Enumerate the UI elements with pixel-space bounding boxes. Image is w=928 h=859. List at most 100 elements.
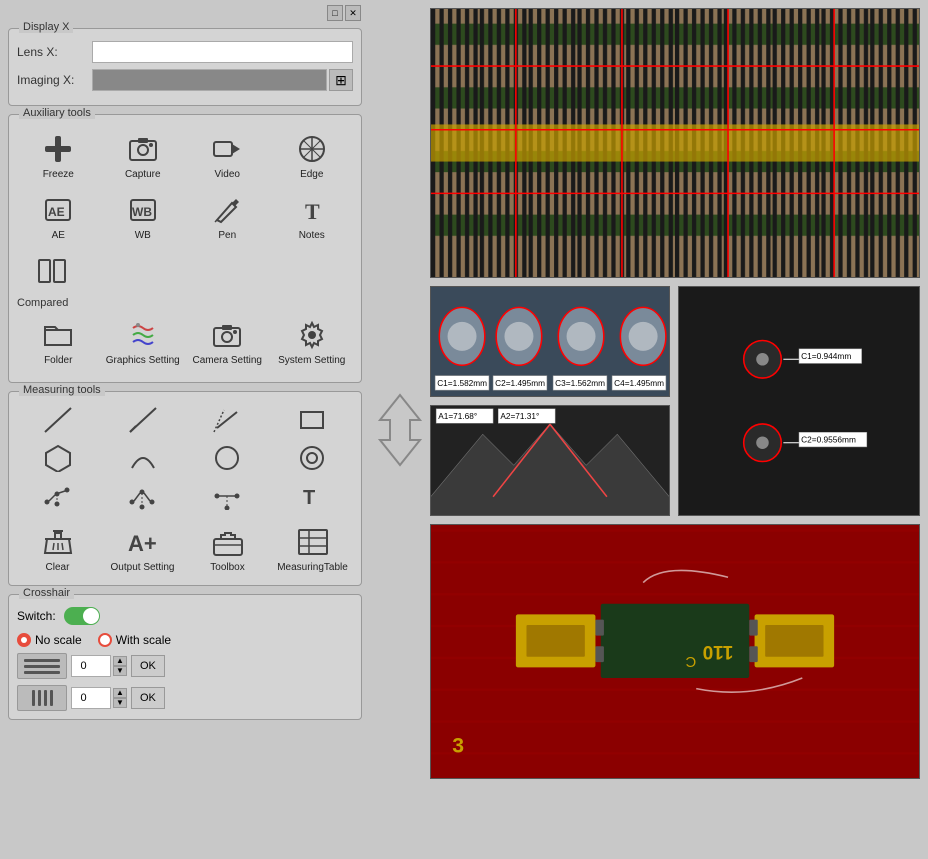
notes-label: Notes	[299, 230, 325, 241]
auxiliary-tools-title: Auxiliary tools	[19, 107, 95, 119]
measuring-table-tool[interactable]: MeasuringTable	[272, 520, 353, 577]
line-tool-2[interactable]	[102, 404, 185, 436]
graphics-setting-icon	[125, 317, 161, 353]
hlines-value-input[interactable]	[71, 655, 111, 677]
freeze-icon	[40, 131, 76, 167]
measure-icons-grid: T	[17, 404, 353, 512]
compare-icon	[34, 253, 70, 289]
svg-text:T: T	[305, 199, 320, 224]
circles-svg: C1=1.582mm C2=1.495mm C3=1.562mm C4=1.49…	[431, 287, 669, 396]
circle-tool-2[interactable]	[271, 442, 354, 474]
svg-text:C4=1.495mm: C4=1.495mm	[614, 379, 664, 388]
svg-text:A2=71.31°: A2=71.31°	[500, 412, 539, 421]
svg-text:AE: AE	[48, 205, 65, 219]
system-setting-label: System Setting	[278, 355, 345, 366]
capture-tool[interactable]: Capture	[102, 127, 185, 184]
graphics-setting-tool[interactable]: Graphics Setting	[102, 313, 185, 370]
circle-tool-1[interactable]	[186, 442, 269, 474]
aux-tools-grid: Freeze Capture	[17, 127, 353, 245]
camera-setting-label: Camera Setting	[193, 355, 262, 366]
measuring-table-icon	[295, 524, 331, 560]
scale-radio-group: No scale With scale	[17, 633, 353, 647]
video-tool[interactable]: Video	[186, 127, 269, 184]
hlines-spin-up[interactable]: ▲	[113, 656, 127, 666]
bottom-image-svg: 110 C 3	[431, 525, 919, 778]
folder-icon	[40, 317, 76, 353]
dots-tool-1[interactable]	[17, 480, 100, 512]
hlines-spin-down[interactable]: ▼	[113, 666, 127, 676]
angle-image: A1=71.68° A2=71.31°	[430, 405, 670, 516]
freeze-tool[interactable]: Freeze	[17, 127, 100, 184]
middle-left-col: C1=1.582mm C2=1.495mm C3=1.562mm C4=1.49…	[430, 286, 670, 516]
dots-tool-2[interactable]	[102, 480, 185, 512]
system-setting-tool[interactable]: System Setting	[271, 313, 354, 370]
small-circles-svg: C1=0.944mm C2=0.9556mm	[679, 287, 919, 515]
with-scale-label: With scale	[116, 633, 171, 647]
camera-setting-tool[interactable]: Camera Setting	[186, 313, 269, 370]
crosshair-toggle[interactable]	[64, 607, 100, 625]
pen-tool[interactable]: Pen	[186, 188, 269, 245]
hlines-button[interactable]	[17, 653, 67, 679]
angle-svg: A1=71.68° A2=71.31°	[431, 406, 669, 515]
hlines-ok-button[interactable]: OK	[131, 655, 165, 677]
crosshair-title: Crosshair	[19, 587, 74, 599]
video-label: Video	[215, 169, 240, 180]
restore-button[interactable]: □	[327, 5, 343, 21]
display-x-section: □ ✕ Display X Lens X: Option 1 Option 2 …	[8, 28, 362, 106]
edge-tool[interactable]: Edge	[271, 127, 354, 184]
ae-label: AE	[52, 230, 65, 241]
imaging-bar	[92, 69, 327, 91]
ae-tool[interactable]: AE AE	[17, 188, 100, 245]
ae-icon: AE	[40, 192, 76, 228]
hlines-spinner: ▲ ▼	[113, 656, 127, 676]
notes-tool[interactable]: T Notes	[271, 188, 354, 245]
lens-label: Lens X:	[17, 45, 92, 59]
vlines-spin-up[interactable]: ▲	[113, 688, 127, 698]
close-button[interactable]: ✕	[345, 5, 361, 21]
vlines-button[interactable]	[17, 685, 67, 711]
camera-setting-icon	[209, 317, 245, 353]
wb-label: WB	[135, 230, 151, 241]
folder-tool[interactable]: Folder	[17, 313, 100, 370]
circles-image: C1=1.582mm C2=1.495mm C3=1.562mm C4=1.49…	[430, 286, 670, 397]
rect-tool[interactable]	[271, 404, 354, 436]
with-scale-radio[interactable]: With scale	[98, 633, 171, 647]
svg-text:A+: A+	[128, 531, 157, 556]
svg-text:T: T	[303, 487, 315, 509]
wb-tool[interactable]: WB WB	[102, 188, 185, 245]
vlines-icon	[28, 686, 57, 710]
dots-tool-3[interactable]	[186, 480, 269, 512]
vlines-spin-down[interactable]: ▼	[113, 698, 127, 708]
lens-select[interactable]: Option 1 Option 2	[92, 41, 353, 63]
no-scale-radio[interactable]: No scale	[17, 633, 82, 647]
svg-text:110: 110	[703, 641, 734, 662]
output-setting-tool[interactable]: A+ Output Setting	[102, 520, 183, 577]
svg-text:A1=71.68°: A1=71.68°	[438, 412, 477, 421]
compare-row	[17, 249, 353, 293]
line-tool-1[interactable]	[17, 404, 100, 436]
svg-text:C3=1.562mm: C3=1.562mm	[555, 379, 605, 388]
arrow-connector	[370, 0, 430, 859]
text-tool[interactable]: T	[271, 480, 354, 512]
top-image	[430, 8, 920, 278]
toolbox-tool[interactable]: Toolbox	[187, 520, 268, 577]
vlines-ok-button[interactable]: OK	[131, 687, 165, 709]
toolbox-label: Toolbox	[210, 562, 244, 573]
switch-label: Switch:	[17, 609, 56, 623]
clear-tool[interactable]: Clear	[17, 520, 98, 577]
no-scale-radio-dot	[17, 633, 31, 647]
arc-tool[interactable]	[102, 442, 185, 474]
vlines-spinner: ▲ ▼	[113, 688, 127, 708]
svg-text:C1=1.582mm: C1=1.582mm	[437, 379, 487, 388]
bottom-image: 110 C 3	[430, 524, 920, 779]
imaging-button[interactable]: ⊞	[329, 69, 353, 91]
no-scale-radio-inner	[21, 637, 27, 643]
pen-label: Pen	[218, 230, 236, 241]
action-tools-grid: Clear A+ Output Setting	[17, 520, 353, 577]
output-setting-icon: A+	[125, 524, 161, 560]
vlines-value-input[interactable]	[71, 687, 111, 709]
graphics-setting-label: Graphics Setting	[106, 355, 180, 366]
polygon-tool[interactable]	[17, 442, 100, 474]
line-tool-3[interactable]	[186, 404, 269, 436]
compare-tool[interactable]	[17, 249, 87, 293]
